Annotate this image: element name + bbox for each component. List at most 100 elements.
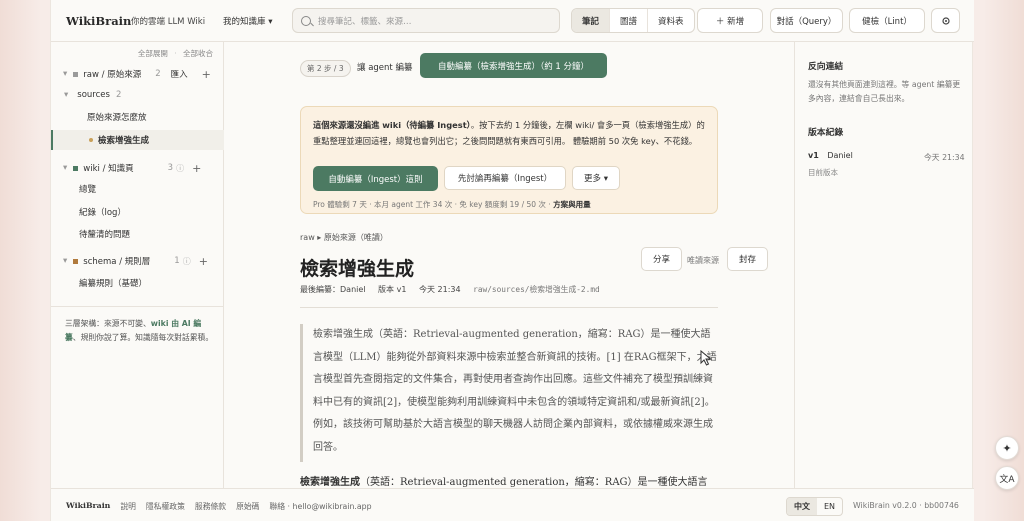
note-text: 、規則你說了算。知識隨每次對話累積。	[72, 333, 214, 342]
add-icon[interactable]: +	[202, 68, 211, 81]
contact-link[interactable]: 聯絡 · hello@wikibrain.app	[269, 501, 371, 512]
settings-button[interactable]	[931, 8, 960, 33]
terms-link[interactable]: 服務條款	[195, 501, 226, 512]
lang-zh[interactable]: 中文	[787, 498, 817, 515]
ingest-notice: 這個來源還沒編進 wiki（待編纂 Ingest）。按下去約 1 分鐘後，左欄 …	[300, 106, 718, 214]
footer: WikiBrain 說明 隱私權政策 服務條款 原始碼 聯絡 · hello@w…	[51, 488, 974, 521]
archive-button[interactable]: 封存	[727, 247, 768, 271]
tab-graph[interactable]: 圖譜	[610, 9, 649, 32]
help-link[interactable]: 說明	[120, 501, 136, 512]
footer-brand[interactable]: WikiBrain	[66, 501, 110, 512]
lint-button[interactable]: 健檢（Lint）	[849, 8, 925, 33]
sidebar-item-overview[interactable]: 總覽	[51, 179, 224, 199]
search-placeholder: 搜尋筆記、標籤、來源…	[318, 16, 412, 27]
query-button[interactable]: 對話（Query）	[770, 8, 843, 33]
divider	[300, 307, 718, 308]
tab-notes[interactable]: 筆記	[572, 9, 611, 32]
sidebar-item-label: 編纂規則（基礎）	[79, 279, 148, 289]
sidebar-item-raw-guide[interactable]: 原始來源怎麼放	[51, 107, 224, 127]
ai-assistant-button[interactable]: ✦	[995, 436, 1019, 460]
tree-raw[interactable]: ▾ raw / 原始來源 2 匯入 +	[51, 64, 224, 84]
notice-bold: 這個來源還沒編進 wiki（待編纂 Ingest）	[313, 120, 471, 130]
tree-schema-label: schema / 規則層	[83, 257, 151, 267]
body-bold: 檢索增強生成	[300, 477, 360, 488]
sidebar-item-label: 檢索增強生成	[98, 136, 150, 146]
tree-wiki-label: wiki / 知識頁	[83, 164, 134, 174]
version-label: WikiBrain v0.2.0 · bb00746	[853, 501, 959, 510]
expand-all-link[interactable]: 全部展開	[138, 49, 168, 58]
translate-button[interactable]: 文A	[995, 466, 1019, 490]
raw-color-icon	[73, 71, 79, 77]
search-input[interactable]: 搜尋筆記、標籤、來源…	[292, 8, 560, 33]
info-icon[interactable]: ⓘ	[183, 256, 191, 267]
share-button[interactable]: 分享	[641, 247, 682, 271]
breadcrumb[interactable]: raw ▸ 原始來源（唯讀）	[300, 232, 388, 243]
readonly-label: 唯讀來源	[687, 256, 719, 265]
history-entry[interactable]: v1 Daniel	[808, 151, 853, 160]
source-code-link[interactable]: 原始碼	[236, 501, 259, 512]
add-icon[interactable]: +	[192, 162, 201, 175]
sidebar-item-rag[interactable]: 檢索增強生成	[51, 130, 224, 150]
sidebar-item-log[interactable]: 紀錄（log）	[51, 202, 224, 222]
privacy-link[interactable]: 隱私權政策	[146, 501, 185, 512]
backlinks-empty-text: 還沒有其他頁面連到這裡。等 agent 編纂更多內容，連結會自己長出來。	[808, 80, 961, 103]
meta-label: 最後編纂：	[300, 285, 340, 294]
tree-sources-label: sources	[77, 90, 110, 100]
sidebar-item-label: 原始來源怎麼放	[87, 113, 147, 123]
notice-text: 這個來源還沒編進 wiki（待編纂 Ingest）。按下去約 1 分鐘後，左欄 …	[313, 117, 708, 149]
collapse-all-link[interactable]: 全部收合	[183, 49, 213, 58]
info-icon[interactable]: ⓘ	[176, 163, 184, 174]
right-panel: 反向連結 還沒有其他頁面連到這裡。等 agent 編纂更多內容，連結會自己長出來…	[794, 42, 974, 488]
source-quote: 檢索增強生成（英語：Retrieval-augmented generation…	[300, 324, 718, 462]
history-time: 今天 21:34	[924, 153, 965, 162]
brand-logo[interactable]: WikiBrain	[66, 14, 131, 28]
tree-wiki-count: 3	[167, 163, 174, 173]
top-bar: WikiBrain 你的雲端 LLM Wiki 我的知識庫 ▾ 搜尋筆記、標籤、…	[51, 0, 974, 42]
history-title: 版本紀錄	[808, 128, 844, 138]
schema-color-icon	[73, 258, 79, 264]
auto-ingest-button[interactable]: 自動編纂（Ingest）這則	[313, 166, 438, 191]
sidebar-item-label: 總覽	[79, 185, 97, 195]
import-link[interactable]: 匯入	[171, 68, 188, 80]
chevron-down-icon: ▾	[63, 69, 68, 79]
tree-schema[interactable]: ▾ schema / 規則層 1 ⓘ +	[51, 251, 224, 271]
tree-sources-count: 2	[115, 90, 122, 100]
mouse-cursor-icon	[700, 350, 712, 366]
history-author: Daniel	[827, 151, 853, 160]
tab-table[interactable]: 資料表	[648, 9, 694, 32]
tree-wiki[interactable]: ▾ wiki / 知識頁 3 ⓘ +	[51, 158, 224, 178]
main-content: 第 2 步 / 3 讓 agent 編纂 自動編纂（檢索增強生成）（約 1 分鐘…	[224, 42, 794, 488]
tree-controls: 全部展開 · 全部收合	[137, 49, 213, 58]
chevron-down-icon: ▾	[63, 163, 68, 173]
knowledge-base-switcher[interactable]: 我的知識庫 ▾	[223, 15, 272, 27]
body-rest: （英語：Retrieval-augmented generation，縮寫：RA…	[360, 477, 708, 488]
history-version: v1	[808, 151, 819, 160]
meta-path: raw/sources/檢索增強生成-2.md	[473, 285, 600, 294]
auto-compile-step-button[interactable]: 自動編纂（檢索增強生成）（約 1 分鐘）	[420, 53, 607, 78]
more-button[interactable]: 更多 ▾	[572, 166, 620, 190]
view-switcher: 筆記 圖譜 資料表	[571, 8, 695, 33]
tree-raw-label: raw / 原始來源	[83, 70, 142, 80]
gear-icon	[941, 16, 950, 25]
source-body: 檢索增強生成（英語：Retrieval-augmented generation…	[300, 472, 718, 488]
discuss-then-ingest-button[interactable]: 先討論再編纂（Ingest）	[444, 166, 566, 190]
tree-sources[interactable]: ▾ sources 2	[51, 85, 224, 105]
new-button[interactable]: ＋ 新增	[697, 8, 763, 33]
lang-en[interactable]: EN	[817, 498, 842, 515]
meta-time: 今天 21:34	[418, 285, 461, 294]
divider	[51, 306, 224, 307]
wiki-color-icon	[73, 165, 79, 171]
plans-link[interactable]: 方案與用量	[553, 200, 591, 209]
architecture-note: 三層架構：來源不可變、wiki 由 AI 編纂、規則你說了算。知識隨每次對話累積…	[65, 317, 215, 345]
backlinks-title: 反向連結	[808, 62, 844, 72]
page-title: 檢索增強生成	[300, 258, 415, 280]
language-switcher: 中文 EN	[786, 497, 844, 516]
sidebar-item-rules[interactable]: 編纂規則（基礎）	[51, 273, 224, 293]
sidebar-item-label: 紀錄（log）	[79, 208, 126, 218]
sparkle-icon: ✦	[1002, 441, 1012, 455]
tree-schema-count: 1	[174, 256, 180, 266]
note-text: 三層架構：來源不可變、	[65, 319, 151, 328]
sidebar-item-open-questions[interactable]: 待釐清的問題	[51, 224, 224, 244]
app-window: WikiBrain 你的雲端 LLM Wiki 我的知識庫 ▾ 搜尋筆記、標籤、…	[50, 0, 974, 521]
add-icon[interactable]: +	[199, 255, 208, 268]
